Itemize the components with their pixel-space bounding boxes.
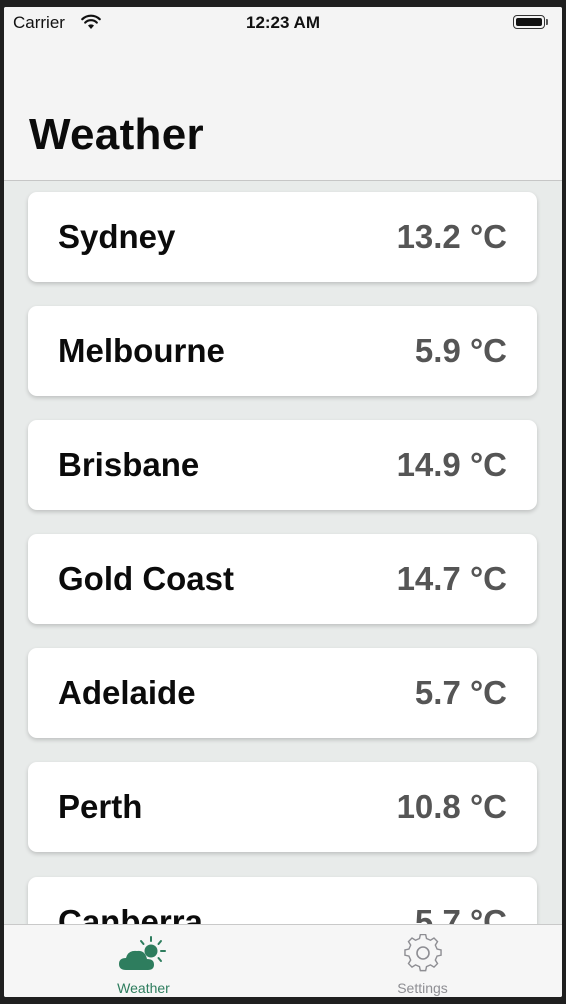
- city-name: Melbourne: [58, 332, 225, 369]
- city-name: Canberra: [58, 903, 203, 924]
- tab-bar: Weather Settings: [4, 924, 562, 997]
- city-temperature: 14.7 °C: [396, 560, 507, 597]
- city-name: Adelaide: [58, 674, 196, 711]
- status-time: 12:23 AM: [245, 13, 320, 32]
- status-bar: Carrier 12:23 AM: [4, 7, 562, 41]
- city-card-melbourne[interactable]: Melbourne 5.9 °C: [28, 306, 537, 396]
- battery-icon: [513, 15, 550, 31]
- city-temperature: 13.2 °C: [396, 218, 507, 255]
- tab-weather-label: Weather: [117, 980, 170, 996]
- city-name: Gold Coast: [58, 560, 235, 597]
- city-name: Perth: [58, 788, 143, 825]
- city-list[interactable]: Sydney 13.2 °C Melbourne 5.9 °C Brisbane…: [4, 180, 562, 924]
- page-title: Weather: [29, 110, 204, 159]
- city-card-canberra[interactable]: Canberra 5.7 °C: [28, 877, 537, 924]
- city-card-sydney[interactable]: Sydney 13.2 °C: [28, 192, 537, 282]
- city-card-gold-coast[interactable]: Gold Coast 14.7 °C: [28, 534, 537, 624]
- tab-settings-label: Settings: [397, 980, 448, 996]
- city-name: Brisbane: [58, 446, 200, 483]
- city-card-perth[interactable]: Perth 10.8 °C: [28, 762, 537, 852]
- tab-settings[interactable]: Settings: [283, 925, 562, 997]
- cloud-sun-icon: [118, 936, 166, 970]
- city-temperature: 10.8 °C: [396, 788, 507, 825]
- city-temperature: 5.7 °C: [414, 903, 507, 924]
- city-temperature: 5.9 °C: [414, 332, 507, 369]
- city-card-adelaide[interactable]: Adelaide 5.7 °C: [28, 648, 537, 738]
- gear-icon: [403, 934, 442, 972]
- city-temperature: 14.9 °C: [396, 446, 507, 483]
- app-screen: Carrier 12:23 AM Weather Sydney 13.2 °C …: [4, 7, 562, 997]
- city-temperature: 5.7 °C: [414, 674, 507, 711]
- city-card-brisbane[interactable]: Brisbane 14.9 °C: [28, 420, 537, 510]
- navigation-header: Carrier 12:23 AM Weather: [4, 7, 562, 181]
- tab-weather[interactable]: Weather: [4, 925, 283, 997]
- city-name: Sydney: [58, 218, 176, 255]
